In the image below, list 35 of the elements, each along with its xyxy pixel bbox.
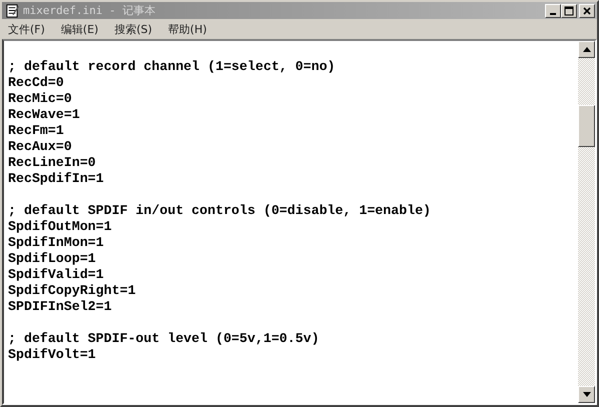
text-line: RecSpdifIn=1 xyxy=(8,171,105,187)
scroll-up-button[interactable] xyxy=(578,41,595,58)
text-line: SpdifLoop=1 xyxy=(8,251,97,267)
text-line: SpdifInMon=1 xyxy=(8,235,105,251)
up-arrow-icon xyxy=(582,47,590,52)
text-line: SPDIFInSel2=1 xyxy=(8,299,113,315)
text-line: SpdifVolt=1 xyxy=(8,347,97,363)
text-line: ; default SPDIF-out level (0=5v,1=0.5v) xyxy=(8,331,320,347)
text-line: RecCd=0 xyxy=(8,75,65,91)
scroll-down-button[interactable] xyxy=(578,386,595,403)
text-line: SpdifOutMon=1 xyxy=(8,219,113,235)
close-button[interactable] xyxy=(579,4,595,18)
text-line: RecLineIn=0 xyxy=(8,155,97,171)
text-line: RecWave=1 xyxy=(8,107,81,123)
notepad-icon xyxy=(5,3,20,18)
text-line: ; default SPDIF in/out controls (0=disable, 1=enable) xyxy=(8,203,432,219)
text-line: RecMic=0 xyxy=(8,91,73,107)
close-icon xyxy=(582,6,592,16)
menu-item[interactable]: 搜索(S) xyxy=(114,22,152,36)
maximize-icon xyxy=(564,6,574,16)
menu-item[interactable]: 文件(F) xyxy=(8,22,45,36)
menu-item[interactable]: 编辑(E) xyxy=(60,22,98,36)
vertical-scrollbar[interactable] xyxy=(578,41,595,403)
menu-item[interactable]: 帮助(H) xyxy=(168,22,207,36)
window-title: mixerdef.ini - 记事本 xyxy=(23,3,156,18)
minimize-icon xyxy=(550,12,556,14)
text-line: RecFm=1 xyxy=(8,123,65,139)
text-line: ; default record channel (1=select, 0=no) xyxy=(8,59,336,75)
text-line: SpdifCopyRight=1 xyxy=(8,283,137,299)
text-line: SpdifValid=1 xyxy=(8,267,105,283)
text-line: RecAux=0 xyxy=(8,139,73,155)
scroll-thumb[interactable] xyxy=(578,105,595,147)
maximize-button[interactable] xyxy=(561,4,577,18)
minimize-button[interactable] xyxy=(545,4,561,18)
down-arrow-icon xyxy=(582,392,590,397)
